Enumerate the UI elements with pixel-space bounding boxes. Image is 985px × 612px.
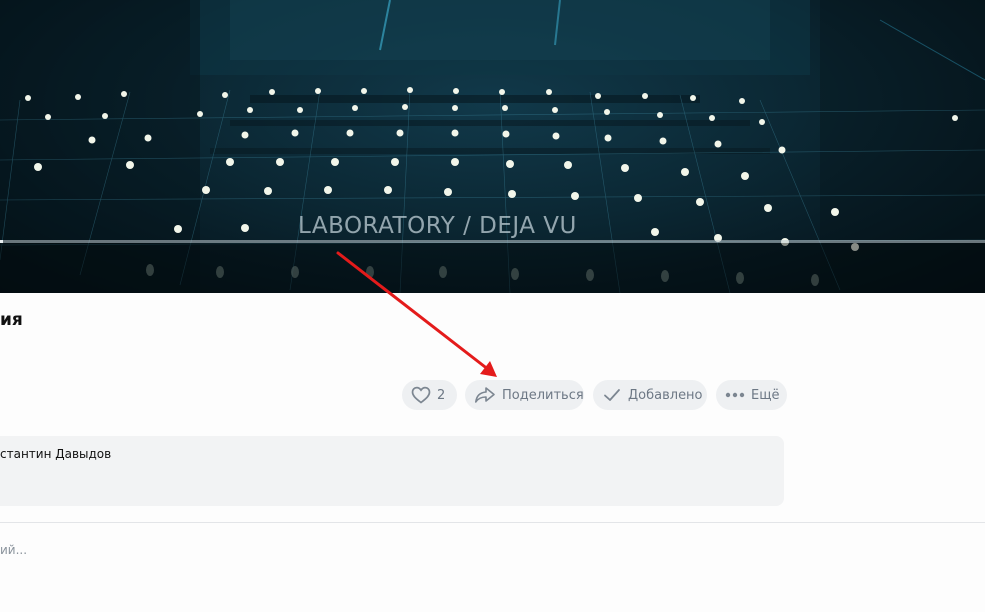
video-progress-fill	[0, 240, 3, 243]
added-label: Добавлено	[628, 387, 703, 403]
video-progress-bar[interactable]	[0, 240, 985, 243]
more-label: Ещё	[751, 387, 780, 403]
description-box	[0, 436, 784, 506]
author-name[interactable]: стантин Давыдов	[0, 447, 111, 461]
checkmark-icon	[602, 384, 622, 406]
video-frame	[0, 0, 985, 293]
video-page: LABORATORY / DEJA VU ия 2 Поделиться Доб…	[0, 0, 985, 612]
ellipsis-icon	[725, 384, 745, 406]
heart-icon	[411, 384, 431, 406]
added-button[interactable]: Добавлено	[593, 380, 707, 410]
more-button[interactable]: Ещё	[716, 380, 787, 410]
share-button[interactable]: Поделиться	[465, 380, 584, 410]
video-caption: LABORATORY / DEJA VU	[298, 213, 577, 239]
video-title: ия	[0, 310, 23, 330]
divider	[0, 522, 985, 523]
share-label: Поделиться	[502, 387, 584, 403]
comment-input[interactable]	[0, 540, 400, 560]
video-player[interactable]: LABORATORY / DEJA VU	[0, 0, 985, 293]
share-arrow-icon	[474, 384, 496, 406]
like-count: 2	[437, 387, 446, 403]
like-button[interactable]: 2	[402, 380, 457, 410]
